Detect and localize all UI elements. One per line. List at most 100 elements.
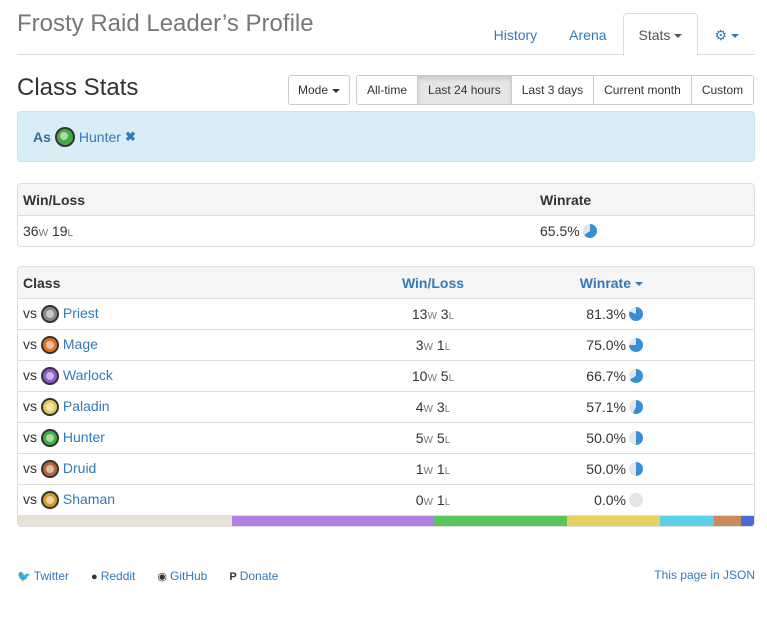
section-title: Class Stats [17,74,139,101]
github-label: GitHub [170,569,208,583]
remove-filter-icon[interactable]: ✖ [125,129,136,145]
class-stats-table: Class Win/Loss Winrate vs Priest 13W 3L 81… [17,266,755,527]
class-cell: vs Hunter [18,429,353,448]
donate-link[interactable]: P Donate [229,569,278,583]
class-cell: vs Shaman [18,491,353,510]
twitter-icon: 🐦 [17,571,31,583]
row-winrate: 0.0% [594,491,626,508]
winrate-cell: 50.0% [513,461,663,477]
tab-stats[interactable]: Stats [622,13,699,56]
winloss-sort-link[interactable]: Win/Loss [402,275,464,291]
tab-stats-label: Stats [638,27,671,43]
winrate-cell: 66.7% [513,368,663,384]
row-wins: 10 [411,368,428,384]
range-last-24-hours-button[interactable]: Last 24 hours [418,76,512,104]
class-table-header-row: Class Win/Loss Winrate [18,267,754,298]
chevron-down-icon [635,281,643,286]
row-winrate: 75.0% [586,336,626,353]
page-title: Frosty Raid Leader’s Profile [17,10,314,37]
summary-table: Win/Loss Winrate 36W 19L 65.5% [17,183,755,247]
winrate-pie-icon [629,369,643,384]
class-link[interactable]: Druid [63,460,96,476]
row-losses: 1 [436,492,445,508]
winloss-cell: 0W 1L [353,492,513,508]
summary-row: 36W 19L 65.5% [18,215,754,246]
summary-wins: 36 [23,223,39,239]
winrate-pie-icon [629,338,643,353]
mage-class-icon [40,336,59,355]
range-custom-button[interactable]: Custom [691,76,754,104]
paladin-class-icon [40,398,59,417]
class-link[interactable]: Shaman [63,491,115,507]
win-suffix: W [423,342,433,353]
win-suffix: W [427,311,437,322]
tab-history[interactable]: History [478,13,554,55]
summary-winloss-header: Win/Loss [23,191,86,208]
github-link[interactable]: ◉ GitHub [157,569,207,583]
winrate-pie-icon [582,224,597,239]
settings-dropdown[interactable]: ⚙ [698,13,755,55]
distribution-segment-paladin [566,516,661,526]
time-range-group: All-time Last 24 hours Last 3 days Curre… [356,75,755,105]
vs-label: vs [23,366,37,383]
vs-label: vs [23,397,37,414]
tab-arena[interactable]: Arena [553,13,622,55]
druid-class-icon [40,460,59,479]
reddit-link[interactable]: ● Reddit [91,569,135,583]
row-winrate: 66.7% [586,367,626,384]
winloss-cell: 13W 3L [353,306,513,322]
row-losses: 5 [440,368,449,384]
class-link[interactable]: Mage [63,336,98,352]
distribution-segment-hunter [432,516,567,526]
winloss-cell: 4W 3L [353,399,513,415]
summary-winloss: 36W 19L [18,223,535,239]
class-link[interactable]: Priest [63,305,99,321]
hunter-class-icon [54,126,75,147]
mode-dropdown-button[interactable]: Mode [288,75,351,105]
vs-label: vs [23,335,37,352]
row-winrate: 57.1% [586,398,626,415]
distribution-segment-shaman [740,516,754,526]
summary-winrate: 65.5% [535,223,754,239]
range-all-time-button[interactable]: All-time [357,76,419,104]
vs-label: vs [23,304,37,321]
range-current-month-button[interactable]: Current month [594,76,692,104]
class-link[interactable]: Warlock [63,367,113,383]
winloss-cell: 10W 5L [353,368,513,384]
twitter-link[interactable]: 🐦 Twitter [17,569,69,583]
loss-suffix: L [448,373,455,384]
chevron-down-icon [332,88,341,93]
win-suffix: W [423,435,433,446]
hunter-class-icon [40,429,59,448]
winrate-header[interactable]: Winrate [513,275,663,291]
class-link[interactable]: Hunter [63,429,105,445]
loss-suffix: L [444,435,451,446]
chevron-down-icon [674,34,683,39]
win-suffix: W [423,497,433,508]
winrate-pie-icon [629,493,643,508]
winloss-header[interactable]: Win/Loss [353,275,513,291]
winrate-sort-link[interactable]: Winrate [580,275,631,291]
winrate-cell: 57.1% [513,399,663,415]
filter-class-link[interactable]: Hunter [79,129,121,145]
table-row: vs Priest 13W 3L 81.3% [18,298,754,329]
winrate-cell: 81.3% [513,306,663,322]
class-filter-alert: As Hunter ✖ [17,111,755,162]
class-cell: vs Druid [18,460,353,479]
range-last-3-days-button[interactable]: Last 3 days [511,76,595,104]
summary-header-row: Win/Loss Winrate [18,184,754,215]
table-row: vs Mage 3W 1L 75.0% [18,329,754,360]
table-row: vs Paladin 4W 3L 57.1% [18,391,754,422]
class-link[interactable]: Paladin [63,398,110,414]
win-suffix: W [423,404,433,415]
row-wins: 3 [415,337,424,353]
shaman-class-icon [40,491,59,510]
json-link[interactable]: This page in JSON [654,568,755,582]
win-suffix: W [38,228,49,239]
class-cell: vs Warlock [18,366,353,386]
row-losses: 3 [440,306,449,322]
class-rows: vs Priest 13W 3L 81.3% vs Mage 3W 1L 75.0% vs … [18,298,754,515]
winloss-cell: 3W 1L [353,337,513,353]
twitter-label: Twitter [33,569,70,583]
donate-label: Donate [239,569,279,583]
